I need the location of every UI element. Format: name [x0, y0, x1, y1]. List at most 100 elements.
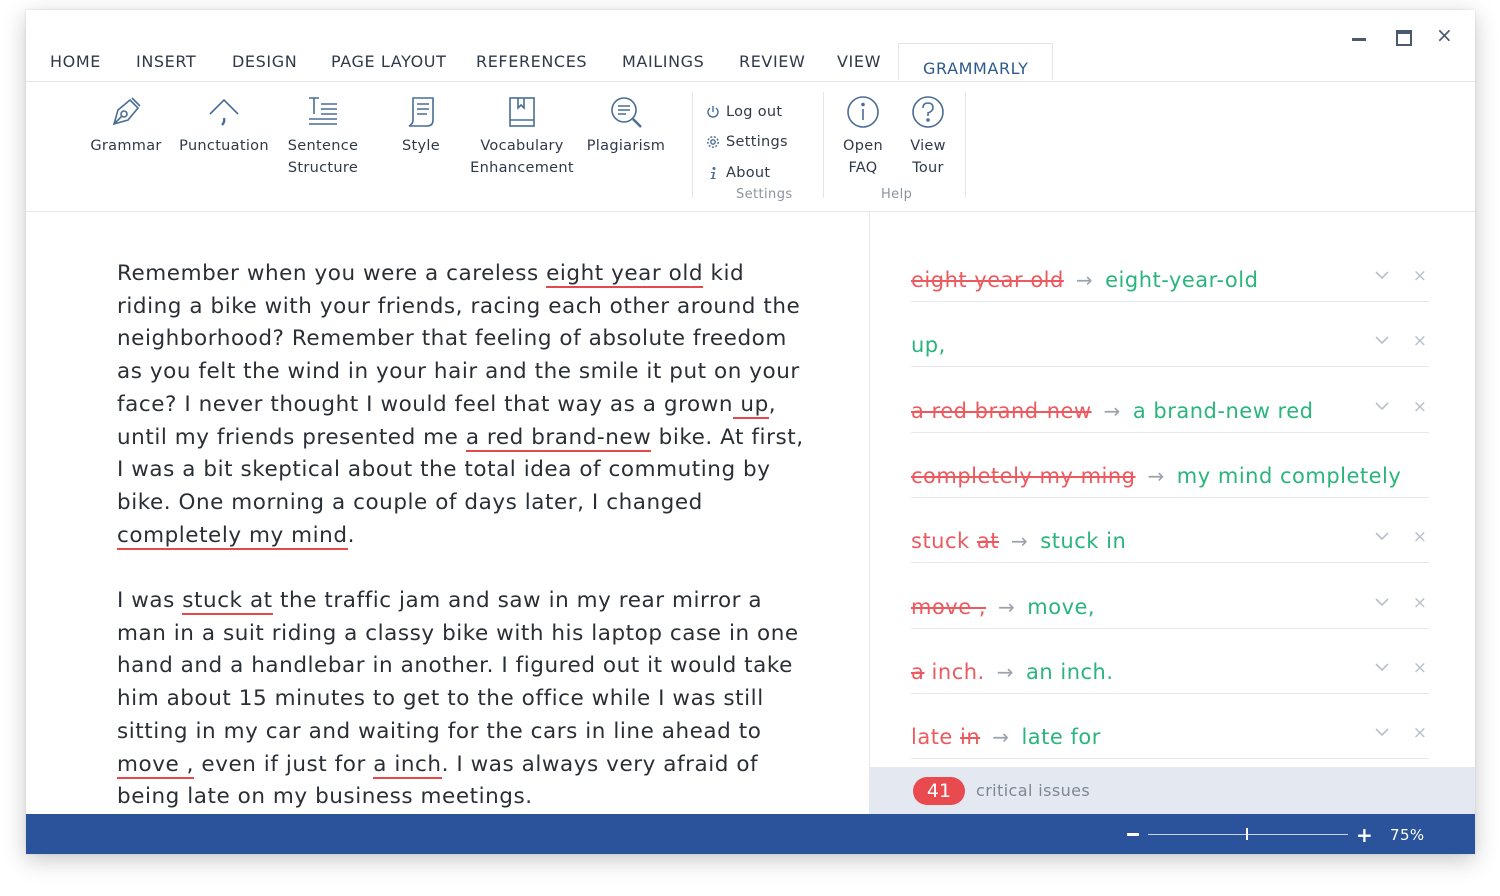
dismiss-icon[interactable]: × [1413, 331, 1427, 351]
word-window: × HOME INSERT DESIGN PAGE LAYOUT REFEREN… [26, 10, 1475, 854]
replacement-text: eight-year-old [1105, 268, 1259, 292]
paragraph-2: I was stuck at the traffic jam and saw i… [117, 588, 799, 810]
info-icon [710, 167, 716, 179]
tab-design[interactable]: DESIGN [232, 52, 297, 71]
minimize-icon[interactable] [1352, 38, 1366, 41]
about-button[interactable]: About [706, 165, 770, 181]
suggestion-text: move , → move, [911, 595, 1095, 619]
chevron-down-icon[interactable] [1375, 662, 1389, 672]
punctuation-button[interactable]: Punctuation [176, 94, 272, 157]
pen-nib-icon [112, 97, 141, 126]
dismiss-icon[interactable]: × [1413, 527, 1427, 547]
original-text: inch. [924, 660, 985, 684]
arrow-right-icon: → [992, 725, 1010, 749]
replacement-text: stuck in [1040, 529, 1127, 553]
issue-count-badge: 41 [913, 777, 965, 805]
settings-button[interactable]: Settings [706, 134, 788, 150]
zoom-slider-handle[interactable] [1246, 828, 1248, 840]
flagged-text[interactable]: a inch [373, 751, 442, 779]
ribbon-divider [692, 92, 693, 198]
suggestion-text: a inch. → an inch. [911, 660, 1114, 684]
flagged-text[interactable]: up [733, 391, 769, 419]
deleted-text: a [911, 660, 925, 684]
dismiss-icon[interactable]: × [1413, 266, 1427, 286]
chevron-down-icon[interactable] [1375, 531, 1389, 541]
suggestion-card[interactable]: eight year old → eight-year-old × [911, 256, 1429, 302]
status-bar: + 75% [26, 814, 1475, 854]
chevron-down-icon[interactable] [1375, 270, 1389, 280]
ribbon-divider [823, 92, 824, 198]
tab-mailings[interactable]: MAILINGS [622, 52, 704, 71]
zoom-out-icon[interactable] [1127, 833, 1139, 836]
style-button[interactable]: Style [388, 94, 454, 157]
logout-button[interactable]: Log out [706, 104, 782, 120]
help-group-label: Help [881, 187, 913, 202]
suggestion-text: stuck at → stuck in [911, 529, 1126, 553]
dismiss-icon[interactable]: × [1413, 397, 1427, 417]
tab-review[interactable]: REVIEW [739, 52, 805, 71]
arrow-right-icon: → [1147, 464, 1165, 488]
grammarly-ribbon: Grammar Punctuation Sentence Structure S… [26, 82, 1475, 212]
chevron-down-icon[interactable] [1375, 401, 1389, 411]
book-icon [509, 97, 535, 127]
replacement-text: up, [911, 333, 946, 357]
close-icon[interactable]: × [1436, 24, 1453, 46]
suggestion-card[interactable]: up, × [911, 321, 1429, 367]
tab-insert[interactable]: INSERT [136, 52, 196, 71]
gear-icon [707, 136, 719, 148]
dismiss-icon[interactable]: × [1413, 593, 1427, 613]
ribbon-divider [965, 92, 966, 198]
replacement-text: move, [1027, 595, 1096, 619]
suggestion-text: eight year old → eight-year-old [911, 268, 1258, 292]
tab-references[interactable]: REFERENCES [476, 52, 587, 71]
suggestion-card[interactable]: stuck at → stuck in × [911, 517, 1429, 563]
zoom-in-icon[interactable]: + [1356, 823, 1373, 847]
vocabulary-enhancement-button[interactable]: Vocabulary Enhancement [466, 94, 578, 179]
arrow-right-icon: → [1075, 268, 1094, 292]
paragraph-lines-icon [309, 97, 337, 125]
suggestion-card[interactable]: late in → late for × [911, 713, 1429, 759]
flagged-text[interactable]: move , [117, 751, 195, 779]
tab-view[interactable]: VIEW [837, 52, 881, 71]
settings-group-label: Settings [736, 187, 793, 202]
original-text: stuck [911, 529, 977, 553]
zoom-slider[interactable] [1148, 834, 1348, 835]
open-faq-button[interactable]: Open FAQ [834, 94, 892, 179]
flagged-text[interactable]: stuck at [182, 588, 273, 615]
suggestions-panel: eight year old → eight-year-old × up, × a red … [870, 212, 1475, 815]
suggestion-card[interactable]: a red brand-new → a brand-new red × [911, 387, 1429, 433]
suggestion-text: up, [911, 333, 946, 357]
suggestion-text: completely my ming → my mind completely [911, 464, 1401, 488]
suggestion-text: a red brand-new → a brand-new red [911, 399, 1313, 423]
tab-page-layout[interactable]: PAGE LAYOUT [331, 52, 446, 71]
suggestion-text: late in → late for [911, 725, 1101, 749]
plagiarism-button[interactable]: Plagiarism [582, 94, 670, 157]
ribbon-tabs: HOME INSERT DESIGN PAGE LAYOUT REFERENCE… [26, 43, 1475, 82]
flagged-text[interactable]: eight year old [546, 261, 704, 288]
grammar-button[interactable]: Grammar [88, 94, 164, 157]
arrow-right-icon: → [1010, 529, 1029, 553]
view-tour-button[interactable]: View Tour [900, 94, 956, 179]
chevron-down-icon[interactable] [1375, 727, 1389, 737]
document-area[interactable]: Remember when you were a careless eight … [26, 212, 870, 814]
magnifier-document-icon [611, 97, 642, 128]
flagged-text[interactable]: completely my mind [117, 522, 348, 550]
suggestion-card[interactable]: a inch. → an inch. × [911, 648, 1429, 694]
chevron-down-icon[interactable] [1375, 597, 1389, 607]
deleted-text: move , [911, 595, 987, 619]
original-text: late [911, 725, 961, 749]
deleted-text: a red brand-new [911, 399, 1092, 423]
chevron-down-icon[interactable] [1375, 335, 1389, 345]
flagged-text[interactable]: a red brand-new [465, 424, 652, 452]
dismiss-icon[interactable]: × [1413, 723, 1427, 743]
suggestion-card[interactable]: completely my ming → my mind completely [911, 452, 1429, 498]
replacement-text: my mind completely [1176, 464, 1402, 488]
dismiss-icon[interactable]: × [1413, 658, 1427, 678]
tab-grammarly[interactable]: GRAMMARLY [898, 43, 1054, 80]
zoom-level: 75% [1390, 826, 1425, 844]
sentence-structure-button[interactable]: Sentence Structure [280, 94, 366, 179]
suggestion-card[interactable]: move , → move, × [911, 583, 1429, 629]
arrow-right-icon: → [1103, 399, 1121, 423]
tab-home[interactable]: HOME [50, 52, 101, 71]
deleted-text: completely my ming [911, 464, 1136, 488]
